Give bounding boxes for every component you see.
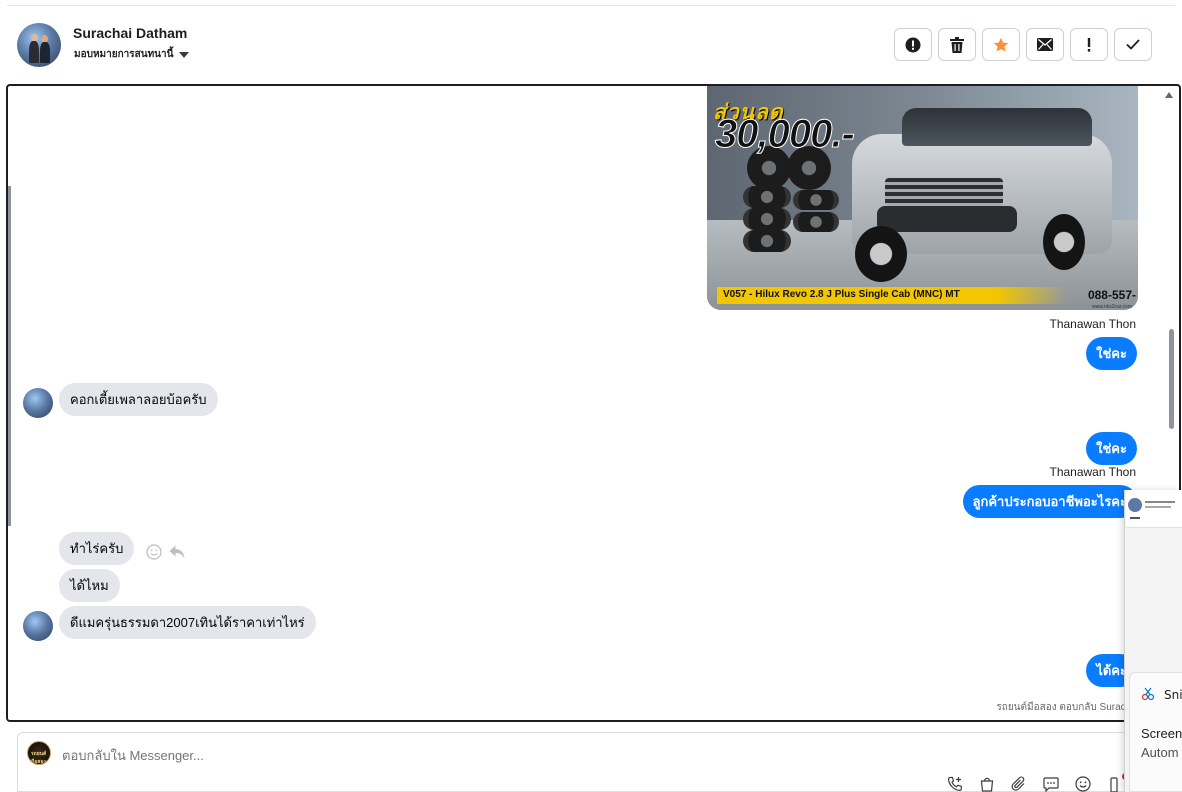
conversation-toolbar	[894, 28, 1152, 61]
shopping-bag-icon[interactable]	[978, 775, 996, 792]
star-button[interactable]	[982, 28, 1020, 61]
left-edge-bar	[8, 186, 11, 526]
car-caption: V057 - Hilux Revo 2.8 J Plus Single Cab …	[717, 287, 1067, 304]
promo-amount: 30,000.-	[715, 112, 856, 157]
mail-icon	[1037, 38, 1053, 51]
reply-composer: รถยนต์มือสอง	[17, 732, 1167, 792]
car-site: www.nks2car.com	[1091, 304, 1132, 310]
follow-up-button[interactable]	[1070, 28, 1108, 61]
mark-spam-button[interactable]	[894, 28, 932, 61]
scroll-up-arrow-icon[interactable]	[1165, 92, 1173, 98]
react-emoji-icon[interactable]	[146, 544, 162, 560]
incoming-message[interactable]: ดีแมครุ่นธรรมดา2007เทินได้ราคาเท่าไหร่	[59, 606, 316, 639]
reply-arrow-icon[interactable]	[169, 545, 185, 559]
message-actions	[146, 544, 185, 560]
assign-label: มอบหมายการสนทนานี้	[74, 49, 174, 60]
outgoing-message[interactable]: ใช่คะ	[1086, 432, 1137, 465]
snip-heading: Screen	[1141, 726, 1182, 741]
trash-icon	[950, 36, 964, 53]
saved-reply-icon[interactable]	[1042, 775, 1060, 792]
incoming-message[interactable]: ทำไร่ครับ	[59, 532, 135, 565]
exclamation-icon	[1087, 37, 1091, 52]
attachment-icon[interactable]	[1010, 775, 1028, 792]
contact-name[interactable]: Surachai Datham	[73, 25, 187, 41]
contact-avatar-small[interactable]	[23, 611, 53, 641]
mark-done-button[interactable]	[1114, 28, 1152, 61]
composer-actions	[946, 775, 1124, 792]
outgoing-message[interactable]: ลูกค้าประกอบอาชีพอะไรคะ	[962, 485, 1137, 518]
star-icon	[993, 37, 1009, 52]
outgoing-message[interactable]: ใช่คะ	[1086, 337, 1137, 370]
incoming-message[interactable]: ได้ไหม	[59, 569, 120, 602]
sender-name: Thanawan Thon	[1049, 317, 1136, 331]
message-thread[interactable]: ส่วนลด 30,000.- V057 - Hilux Revo 2.8 J …	[6, 84, 1181, 722]
car-promo-image[interactable]: ส่วนลด 30,000.- V057 - Hilux Revo 2.8 J …	[707, 86, 1138, 310]
contact-avatar[interactable]	[17, 23, 61, 67]
reply-attribution: รถยนต์มือสอง ตอบกลับ Surachai	[996, 702, 1139, 713]
page-avatar: รถยนต์มือสอง	[27, 741, 51, 765]
snipping-tool-icon	[1141, 687, 1155, 701]
reply-input[interactable]	[62, 745, 762, 765]
page-avatar-text: รถยนต์มือสอง	[31, 751, 47, 765]
incoming-message[interactable]: คอกเตี้ยเพลาลอยบ้อครับ	[59, 383, 218, 416]
inbox-conversation-view: Surachai Datham มอบหมายการสนทนานี้ ส่วนล…	[0, 0, 1182, 792]
contact-avatar-small[interactable]	[23, 388, 53, 418]
mark-unread-button[interactable]	[1026, 28, 1064, 61]
screenshot-thumbnail[interactable]	[1126, 490, 1182, 528]
add-call-icon[interactable]	[946, 775, 964, 792]
snip-app-title: Sni	[1164, 688, 1182, 702]
check-icon	[1126, 39, 1140, 50]
delete-button[interactable]	[938, 28, 976, 61]
scrollbar-thumb[interactable]	[1169, 329, 1174, 429]
car-phone: 088-557-	[1087, 288, 1136, 302]
sender-name: Thanawan Thon	[1049, 465, 1136, 479]
assign-conversation-dropdown[interactable]: มอบหมายการสนทนานี้	[74, 47, 190, 62]
alert-circle-icon	[905, 37, 921, 52]
emoji-icon[interactable]	[1074, 775, 1092, 792]
conversation-header: Surachai Datham มอบหมายการสนทนานี้	[7, 5, 1175, 83]
snip-subtext: Autom	[1141, 745, 1179, 760]
caret-down-icon	[179, 51, 190, 58]
